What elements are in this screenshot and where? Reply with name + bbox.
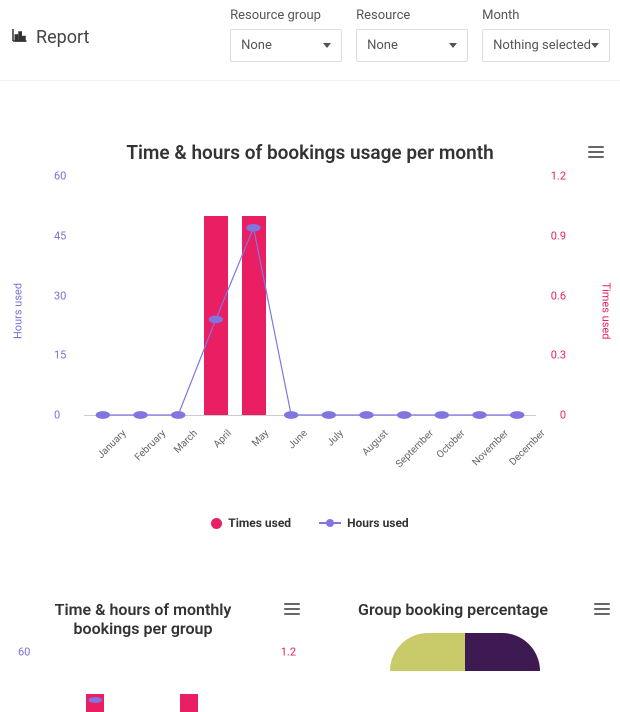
axis-y-left-label: Hours used — [12, 283, 25, 339]
filter-label: Month — [482, 8, 610, 23]
chart-line — [84, 176, 536, 415]
axis-tick: January — [95, 428, 128, 461]
axis-tick: 0.3 — [551, 349, 566, 362]
axis-tick: October — [435, 428, 468, 461]
chart-menu-button[interactable] — [284, 600, 300, 618]
chart-plot-area — [320, 633, 610, 671]
filter-label: Resource — [356, 8, 468, 23]
axis-tick: March — [172, 428, 200, 456]
select-resource-group[interactable]: None — [230, 29, 342, 62]
axis-tick: May — [250, 428, 271, 449]
axis-tick: September — [394, 428, 436, 470]
axis-tick: July — [325, 428, 346, 449]
select-month[interactable]: Nothing selected — [482, 29, 610, 62]
chart-plot-area: 01530456000.30.60.91.2JanuaryFebruaryMar… — [84, 176, 536, 416]
chart-title: Group booking percentage — [320, 600, 594, 619]
select-resource[interactable]: None — [356, 29, 468, 62]
chart-header: Group booking percentage — [320, 600, 610, 619]
page-title: Report — [36, 27, 89, 48]
axis-y-right-label: Times used — [600, 283, 613, 340]
axis-tick: June — [287, 428, 310, 451]
axis-tick: 45 — [54, 229, 66, 242]
chart-title: Time & hours of monthly bookings per gro… — [10, 600, 284, 638]
axis-tick: 0.6 — [551, 289, 566, 302]
chart-menu-button[interactable] — [594, 600, 610, 618]
legend-item-hours: Hours used — [319, 516, 409, 530]
caret-down-icon — [591, 43, 599, 48]
page-title-block: Report — [10, 8, 89, 48]
axis-tick: February — [132, 428, 167, 463]
axis-tick: November — [470, 428, 510, 468]
legend-swatch-icon — [319, 519, 341, 527]
chart-usage-per-month: Time & hours of bookings usage per month… — [0, 111, 620, 550]
chart-canvas: Hours used Times used 01530456000.30.60.… — [50, 176, 570, 446]
chart-title: Time & hours of bookings usage per month — [126, 141, 493, 164]
caret-down-icon — [449, 43, 457, 48]
chart-header: Time & hours of monthly bookings per gro… — [10, 600, 300, 638]
filters: Resource group None Resource None Month … — [230, 8, 610, 62]
legend-swatch-icon — [211, 518, 222, 529]
bottom-charts-row: Time & hours of monthly bookings per gro… — [0, 580, 620, 712]
filter-month: Month Nothing selected — [482, 8, 610, 62]
filter-resource: Resource None — [356, 8, 468, 62]
axis-tick: August — [360, 428, 390, 458]
axis-tick: 0 — [560, 409, 566, 422]
select-value: None — [367, 38, 398, 53]
axis-tick: 60 — [18, 646, 30, 659]
chart-header: Time & hours of bookings usage per month — [10, 141, 610, 164]
filter-label: Resource group — [230, 8, 342, 23]
legend-item-times: Times used — [211, 516, 291, 530]
select-value: Nothing selected — [493, 38, 591, 53]
axis-tick: 15 — [54, 349, 66, 362]
chart-plot-area: 60 1.2 — [46, 652, 270, 712]
chart-menu-button[interactable] — [588, 143, 604, 161]
pie-chart — [390, 633, 540, 671]
axis-tick: 1.2 — [281, 646, 296, 659]
select-value: None — [241, 38, 272, 53]
legend-label: Hours used — [347, 516, 409, 530]
axis-tick: December — [508, 428, 548, 468]
caret-down-icon — [323, 43, 331, 48]
axis-tick: 30 — [54, 289, 66, 302]
header-bar: Report Resource group None Resource None… — [0, 0, 620, 81]
axis-tick: 1.2 — [551, 170, 566, 183]
chart-line — [46, 652, 270, 712]
legend-label: Times used — [228, 516, 291, 530]
chart-legend: Times used Hours used — [10, 516, 610, 530]
axis-tick: 0.9 — [551, 229, 566, 242]
chart-bookings-per-group: Time & hours of monthly bookings per gro… — [10, 600, 300, 712]
bar-chart-icon — [10, 26, 28, 48]
chart-group-booking-percentage: Group booking percentage — [320, 600, 610, 712]
axis-tick: April — [212, 428, 234, 450]
filter-resource-group: Resource group None — [230, 8, 342, 62]
axis-tick: 60 — [54, 170, 66, 183]
axis-tick: 0 — [54, 409, 60, 422]
